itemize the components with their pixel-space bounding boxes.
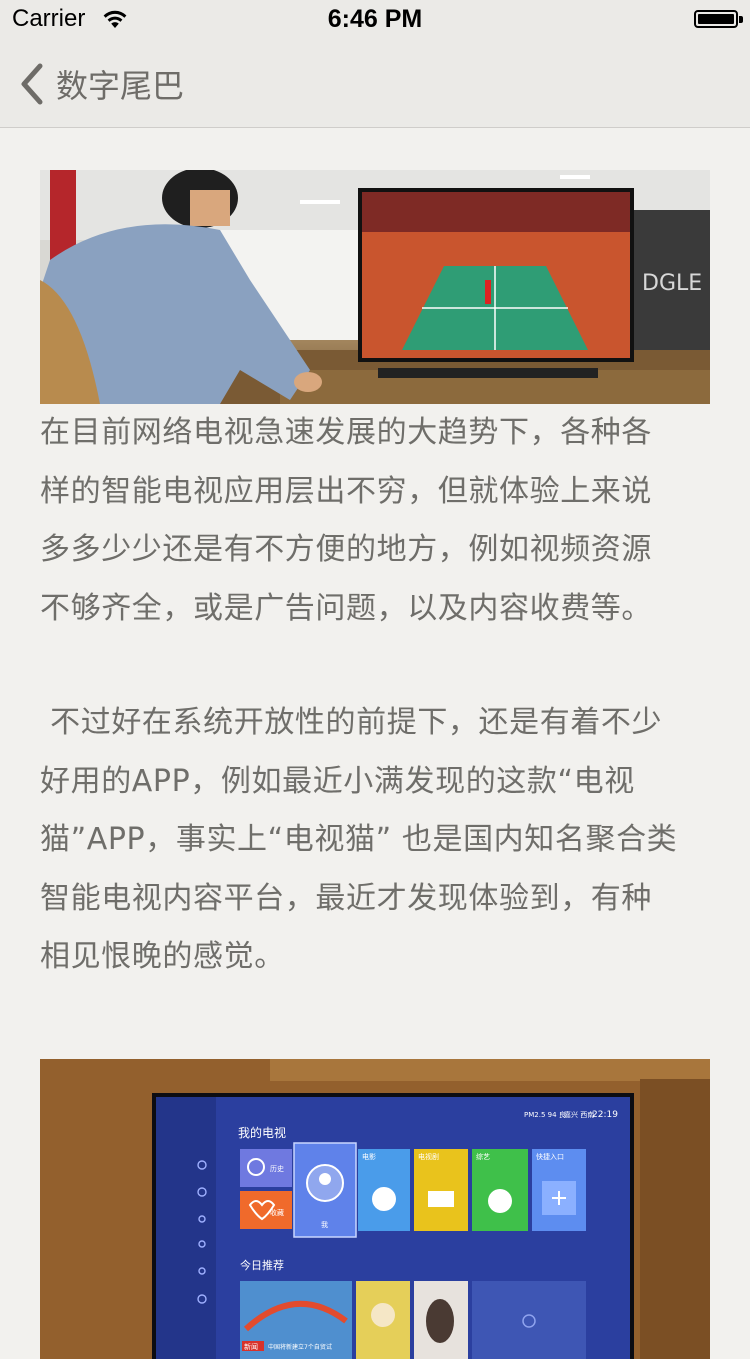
battery-icon	[694, 10, 738, 28]
paragraph-1-line: 不够齐全，或是广告问题，以及内容收费等。	[40, 590, 652, 626]
article-photo-tv-app[interactable]: 我的电视 PM2.5 94 良 嘉兴 西南 22:19 历史 收藏 我 电影 电…	[40, 1058, 710, 1359]
battery-level	[698, 14, 734, 24]
chevron-left-icon	[21, 63, 43, 105]
tile-favorites: 收藏	[270, 1208, 284, 1217]
article-content: DGLE 在目前网络电视急速发展的大趋势下，各种各 样的智能电视应用层出不穷，但…	[40, 170, 710, 1359]
tv-section-title: 今日推荐	[240, 1258, 284, 1272]
tv-news-caption: 中国将新建立7个自贸试	[268, 1343, 332, 1351]
navigation-bar: 数字尾巴	[0, 40, 750, 128]
status-time: 6:46 PM	[327, 5, 423, 33]
back-button[interactable]: 数字尾巴	[10, 40, 184, 128]
status-bar: Carrier 6:46 PM	[0, 0, 750, 40]
tv-office-illustration: DGLE	[40, 170, 710, 404]
paragraph-1-line: 样的智能电视应用层出不穷，但就体验上来说	[40, 473, 652, 509]
tile-tv-series: 电视剧	[418, 1152, 439, 1161]
tile-shortcuts: 快捷入口	[536, 1152, 564, 1161]
paragraph-2-line: 相见恨晚的感觉。	[40, 939, 285, 974]
article-paragraph-2: 不过好在系统开放性的前提下，还是有着不少 好用的APP，例如最近小满发现的这款“…	[40, 694, 710, 987]
paragraph-2-line: 智能电视内容平台，最近才发现体验到，有种	[40, 880, 652, 916]
tv-app-illustration: 我的电视 PM2.5 94 良 嘉兴 西南 22:19 历史 收藏 我 电影 电…	[40, 1058, 710, 1359]
paragraph-2-line: 猫”APP，事实上“电视猫” 也是国内知名聚合类	[40, 822, 678, 857]
article-photo-tv-office[interactable]: DGLE	[40, 170, 710, 404]
tile-variety: 综艺	[476, 1152, 490, 1161]
wall-text: DGLE	[642, 271, 702, 296]
battery-tip	[739, 16, 743, 23]
tv-screen-time: 22:19	[592, 1110, 618, 1120]
tile-movies: 电影	[362, 1152, 376, 1161]
paragraph-1-line: 在目前网络电视急速发展的大趋势下，各种各	[40, 415, 652, 450]
tv-screen-header: 我的电视	[238, 1125, 286, 1140]
paragraph-2-line: 不过好在系统开放性的前提下，还是有着不少	[40, 705, 663, 740]
tv-news-badge: 新闻	[244, 1342, 258, 1351]
tile-me: 我	[321, 1220, 328, 1229]
tv-screen-location: 嘉兴 西南	[564, 1110, 594, 1119]
back-button-title: 数字尾巴	[56, 67, 185, 105]
article-paragraph-1: 在目前网络电视急速发展的大趋势下，各种各 样的智能电视应用层出不穷，但就体验上来…	[40, 404, 710, 638]
paragraph-2-line: 好用的APP，例如最近小满发现的这款“电视	[40, 763, 635, 799]
paragraph-1-line: 多多少少还是有不方便的地方，例如视频资源	[40, 532, 652, 567]
tile-history: 历史	[270, 1164, 284, 1173]
tv-screen-status: PM2.5 94 良	[524, 1110, 566, 1119]
